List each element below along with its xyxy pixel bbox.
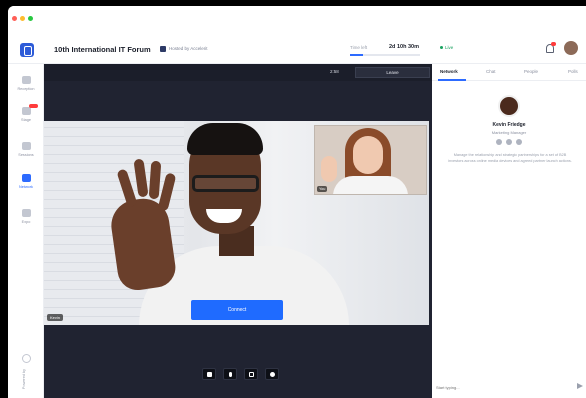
microphone-toggle-button[interactable] xyxy=(223,368,237,380)
stage-icon xyxy=(21,107,31,115)
tab-chat[interactable]: Chat xyxy=(486,69,496,74)
expo-icon xyxy=(21,209,31,217)
window-titlebar xyxy=(8,6,586,32)
settings-button[interactable] xyxy=(265,368,279,380)
live-dot-icon xyxy=(440,46,443,50)
profile-role: Marketing Manager xyxy=(491,130,527,135)
user-avatar[interactable] xyxy=(564,41,578,55)
side-panel: Network Chat People Polls Kevin Friedge … xyxy=(432,64,586,398)
tab-people[interactable]: People xyxy=(524,69,538,74)
sidebar-nav: Reception Stage Sessions Network Expo Po… xyxy=(8,64,44,398)
event-header: 10th International IT Forum Hosted by Ac… xyxy=(8,32,586,64)
tab-network[interactable]: Network xyxy=(440,69,458,74)
profile-bio: Manage the relationship and strategic pa… xyxy=(448,153,572,163)
time-left-value: 2d 10h 30m xyxy=(389,44,419,50)
linkedin-icon[interactable] xyxy=(496,139,502,145)
screen-share-icon xyxy=(249,372,254,377)
self-video-pip[interactable]: You xyxy=(314,125,427,195)
event-title: 10th International IT Forum xyxy=(54,45,151,54)
profile-name: Kevin Friedge xyxy=(492,122,526,128)
zoom-window-button[interactable] xyxy=(28,16,33,21)
sidebar-item-network[interactable]: Network xyxy=(8,174,44,200)
profile-avatar[interactable] xyxy=(498,95,520,117)
stage-live-badge xyxy=(29,104,38,108)
home-icon xyxy=(21,76,31,84)
time-progress-fill xyxy=(350,54,363,56)
settings-icon xyxy=(270,372,275,377)
sidebar-item-expo[interactable]: Expo xyxy=(8,209,44,235)
pip-name-tag: You xyxy=(317,186,328,192)
sessions-icon xyxy=(21,142,31,150)
send-icon[interactable] xyxy=(577,383,583,389)
sidebar-item-label: Stage xyxy=(21,118,31,122)
panel-tabs: Network Chat People Polls xyxy=(432,64,586,81)
sidebar-item-stage[interactable]: Stage xyxy=(8,104,44,133)
stage-area: 2:58 Leave Kevin Connect You xyxy=(44,64,432,398)
camera-icon xyxy=(207,372,212,377)
host-logo-icon xyxy=(160,46,166,52)
network-icon xyxy=(21,174,31,182)
stage-timer: 2:58 xyxy=(330,69,339,74)
sidebar-item-label: Sessions xyxy=(18,153,34,157)
close-window-button[interactable] xyxy=(12,16,17,21)
app-logo-icon[interactable] xyxy=(20,43,34,57)
sidebar-item-label: Network xyxy=(19,185,33,189)
powered-by-text: Powered by xyxy=(22,369,26,390)
tab-polls[interactable]: Polls xyxy=(568,69,578,74)
active-tab-indicator xyxy=(438,79,466,81)
camera-toggle-button[interactable] xyxy=(202,368,216,380)
speaker-hair xyxy=(187,123,263,155)
pip-person-body xyxy=(333,176,408,194)
powered-by-logo-icon xyxy=(22,354,31,363)
pip-person-face xyxy=(353,136,383,174)
leave-button[interactable]: Leave xyxy=(355,67,430,78)
app-window: 10th International IT Forum Hosted by Ac… xyxy=(8,6,586,398)
sidebar-item-label: Reception xyxy=(17,87,35,91)
speaker-glasses xyxy=(192,175,259,192)
live-status-text: Live xyxy=(445,45,454,50)
sidebar-item-label: Expo xyxy=(21,220,31,224)
connect-button[interactable]: Connect xyxy=(191,300,283,320)
twitter-icon[interactable] xyxy=(506,139,512,145)
pip-person-hand xyxy=(321,156,337,182)
hosted-by-text: Hosted by Accelerit xyxy=(169,46,208,51)
sidebar-item-sessions[interactable]: Sessions xyxy=(8,142,44,168)
notification-badge xyxy=(551,42,556,46)
minimize-window-button[interactable] xyxy=(20,16,25,21)
speaker-name-tag: Kevin xyxy=(47,314,64,321)
sidebar-item-reception[interactable]: Reception xyxy=(8,76,44,102)
stage-toolbar: 2:58 Leave xyxy=(44,64,432,81)
screen-share-button[interactable] xyxy=(244,368,258,380)
message-input[interactable] xyxy=(436,382,562,392)
time-progress-bar xyxy=(350,54,420,56)
website-icon[interactable] xyxy=(516,139,522,145)
time-left-label: Time left xyxy=(350,45,368,50)
microphone-icon xyxy=(229,372,232,377)
live-status-badge: Live xyxy=(440,45,453,50)
